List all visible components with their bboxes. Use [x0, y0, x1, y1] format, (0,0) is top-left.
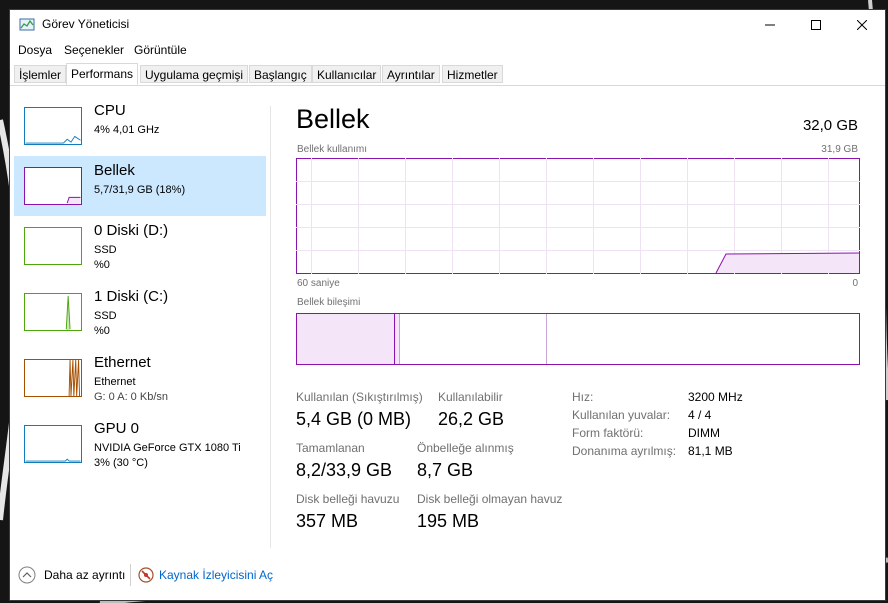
cached-value: 8,7 GB — [417, 460, 474, 480]
slots-used-value: 4 / 4 — [688, 408, 712, 422]
maximize-button[interactable] — [793, 10, 839, 40]
memory-usage-graph — [296, 158, 860, 274]
gpu-thumbnail-graph — [24, 425, 82, 463]
nonpaged-pool-label: Disk belleği olmayan havuz — [417, 492, 563, 506]
in-use-value: 5,4 GB (0 MB) — [296, 409, 412, 429]
sidebar-item-label: CPU — [94, 102, 126, 119]
composition-modified — [395, 314, 399, 364]
sidebar-item-label: 1 Diski (C:) — [94, 288, 169, 305]
footer-divider — [130, 564, 131, 586]
sidebar-item-label: GPU 0 — [94, 420, 140, 437]
task-manager-window: Görev Yöneticisi Dosya Seçenekler Görünt… — [9, 9, 886, 601]
menu-view[interactable]: Görüntüle — [134, 43, 187, 57]
tab-bar: İşlemler Performans Uygulama geçmişi Baş… — [10, 63, 885, 86]
minimize-button[interactable] — [747, 10, 793, 40]
sidebar-item-disk-d[interactable]: 0 Diski (D:) SSD %0 — [14, 216, 266, 276]
menu-options[interactable]: Seçenekler — [64, 43, 124, 57]
hardware-reserved-value: 81,1 MB — [688, 444, 733, 458]
nonpaged-pool-value: 195 MB — [417, 511, 480, 531]
open-resource-monitor-link[interactable]: Kaynak İzleyicisini Aç — [159, 568, 273, 582]
memory-thumbnail-graph — [24, 167, 82, 205]
sidebar-item-label: Bellek — [94, 162, 135, 179]
menu-file[interactable]: Dosya — [18, 43, 52, 57]
disk-c-thumbnail-graph — [24, 293, 82, 331]
fewer-details-link[interactable]: Daha az ayrıntı — [44, 568, 125, 582]
memory-usage-label: Bellek kullanımı — [297, 144, 368, 155]
sidebar-item-ethernet[interactable]: Ethernet Ethernet G: 0 A: 0 Kb/sn — [14, 348, 266, 408]
tab-users[interactable]: Kullanıcılar — [312, 65, 382, 83]
sidebar-item-sub2: %0 — [94, 325, 110, 337]
sidebar-item-sub2: G: 0 A: 0 Kb/sn — [94, 391, 168, 403]
sidebar-item-sub: 4% 4,01 GHz — [94, 124, 160, 136]
paged-pool-value: 357 MB — [296, 511, 359, 531]
sidebar-item-sub2: 3% (30 °C) — [94, 457, 148, 469]
sidebar-divider — [270, 106, 271, 548]
ethernet-thumbnail-graph — [24, 359, 82, 397]
sidebar-item-label: 0 Diski (D:) — [94, 222, 169, 239]
available-value: 26,2 GB — [438, 409, 505, 429]
speed-value: 3200 MHz — [688, 390, 743, 404]
committed-value: 8,2/33,9 GB — [296, 460, 393, 480]
window-title: Görev Yöneticisi — [42, 17, 130, 31]
paged-pool-label: Disk belleği havuzu — [296, 492, 400, 506]
minimize-icon — [765, 24, 775, 26]
memory-usage-max: 31,9 GB — [821, 144, 858, 155]
sidebar-item-sub: 5,7/31,9 GB (18%) — [94, 184, 186, 196]
menu-bar: Dosya Seçenekler Görüntüle — [10, 41, 885, 61]
page-title: Bellek — [296, 104, 370, 134]
title-bar: Görev Yöneticisi — [10, 10, 885, 40]
form-factor-label: Form faktörü: — [572, 426, 644, 440]
close-icon — [857, 20, 867, 30]
speed-label: Hız: — [572, 390, 594, 404]
task-manager-icon — [19, 18, 35, 31]
close-button[interactable] — [839, 10, 885, 40]
committed-label: Tamamlanan — [296, 441, 365, 455]
memory-usage-fill — [716, 253, 859, 273]
memory-total: 32,0 GB — [802, 117, 858, 134]
memory-composition-bar — [296, 313, 860, 365]
hardware-reserved-label: Donanıma ayrılmış: — [572, 444, 677, 458]
tab-processes[interactable]: İşlemler — [14, 65, 67, 83]
chevron-up-circle-icon — [18, 566, 36, 584]
sidebar-item-cpu[interactable]: CPU 4% 4,01 GHz — [14, 96, 266, 156]
form-factor-value: DIMM — [688, 426, 720, 440]
tab-performance[interactable]: Performans — [66, 63, 139, 85]
sidebar-item-gpu[interactable]: GPU 0 NVIDIA GeForce GTX 1080 Ti 3% (30 … — [14, 414, 266, 474]
memory-composition-label: Bellek bileşimi — [297, 297, 361, 308]
footer: Daha az ayrıntı Kaynak İzleyicisini Aç — [10, 552, 885, 600]
fewer-details-button[interactable] — [18, 566, 36, 584]
composition-in-use — [297, 314, 394, 364]
tab-startup[interactable]: Başlangıç — [249, 65, 312, 83]
available-label: Kullanılabilir — [438, 390, 503, 404]
graph-axis-right: 0 — [852, 278, 858, 289]
sidebar-item-sub: SSD — [94, 244, 117, 256]
slots-used-label: Kullanılan yuvalar: — [572, 408, 671, 422]
cached-label: Önbelleğe alınmış — [417, 441, 514, 455]
sidebar-item-label: Ethernet — [94, 354, 151, 371]
sidebar-item-disk-c[interactable]: 1 Diski (C:) SSD %0 — [14, 282, 266, 342]
sidebar-item-sub: Ethernet — [94, 376, 136, 388]
sidebar-item-sub2: %0 — [94, 259, 110, 271]
cpu-thumbnail-graph — [24, 107, 82, 145]
graph-axis-left: 60 saniye — [297, 278, 340, 289]
disk-d-thumbnail-graph — [24, 227, 82, 265]
tab-details[interactable]: Ayrıntılar — [382, 65, 440, 83]
sidebar-item-sub: NVIDIA GeForce GTX 1080 Ti — [94, 442, 241, 454]
maximize-icon — [811, 20, 821, 30]
sidebar-item-sub: SSD — [94, 310, 117, 322]
in-use-label: Kullanılan (Sıkıştırılmış) — [296, 390, 423, 404]
resource-monitor-icon — [138, 567, 154, 583]
tab-services[interactable]: Hizmetler — [442, 65, 503, 83]
tab-app-history[interactable]: Uygulama geçmişi — [140, 65, 249, 83]
sidebar-item-memory[interactable]: Bellek 5,7/31,9 GB (18%) — [14, 156, 266, 216]
